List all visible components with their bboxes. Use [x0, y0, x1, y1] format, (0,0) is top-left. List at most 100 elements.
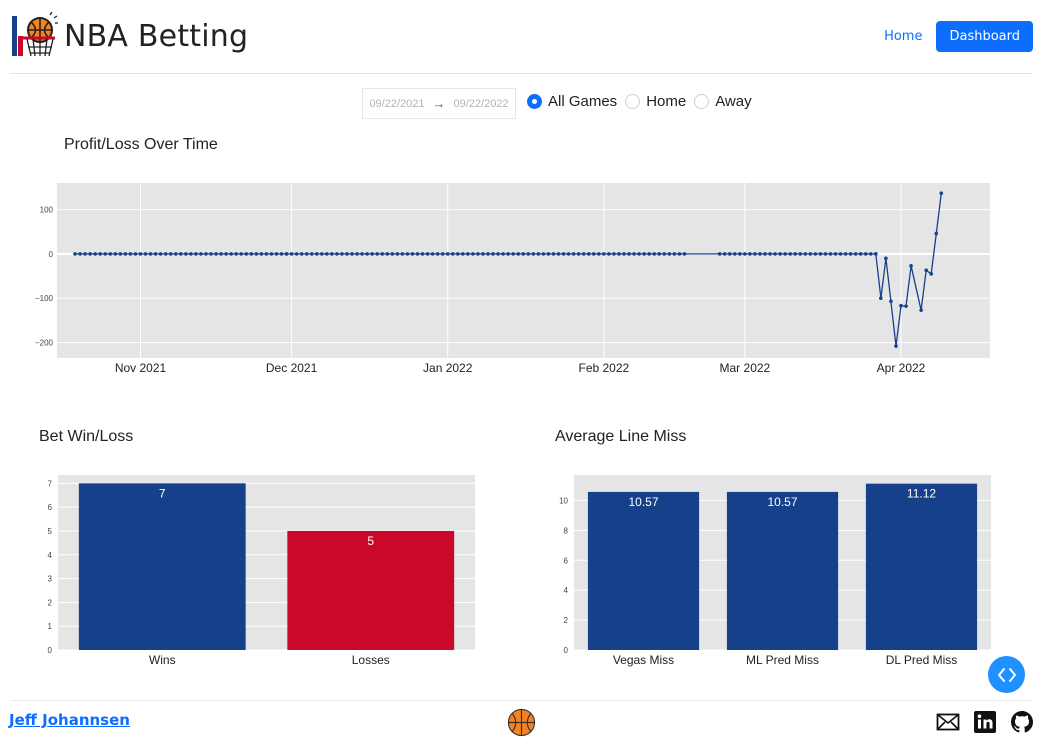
profit-point [571, 252, 576, 256]
linemiss-chart-title: Average Line Miss [555, 428, 687, 445]
profit-point [491, 252, 495, 256]
radio-label: All Games [548, 93, 618, 110]
linemiss-y-tick-label: 0 [564, 646, 569, 655]
code-toggle-button[interactable] [988, 656, 1025, 693]
date-range-picker[interactable]: 09/22/2021 → 09/22/2022 [362, 88, 516, 119]
profit-point [360, 252, 364, 256]
profit-point [73, 252, 77, 256]
profit-point [939, 191, 944, 195]
profit-point [798, 252, 803, 256]
profit-point [874, 252, 878, 256]
winloss-data-label: 5 [367, 534, 374, 548]
profit-point [617, 252, 621, 256]
profit-point [521, 252, 526, 256]
profit-point [743, 252, 747, 256]
profit-point [289, 252, 294, 256]
profit-point [138, 252, 143, 256]
profit-point [546, 252, 551, 256]
profit-point [204, 252, 208, 256]
profit-point [395, 252, 400, 256]
profit-point [224, 252, 228, 256]
linemiss-bar [865, 483, 978, 650]
radio-all-games[interactable]: All Games [527, 93, 617, 110]
basketball-icon[interactable] [507, 708, 536, 737]
social-links [923, 710, 1034, 734]
end-date-input[interactable]: 09/22/2022 [454, 98, 509, 110]
profit-point [788, 252, 792, 256]
profit-point [189, 252, 193, 256]
profit-point [823, 252, 828, 256]
profit-point [632, 252, 636, 256]
profit-point [506, 252, 510, 256]
winloss-y-tick-label: 2 [48, 598, 53, 607]
dashboard-button[interactable]: Dashboard [936, 21, 1033, 52]
profit-point [415, 252, 420, 256]
profit-point [330, 252, 334, 256]
profit-point [868, 252, 873, 256]
start-date-input[interactable]: 09/22/2021 [369, 98, 424, 110]
author-link[interactable]: Jeff Johannsen [9, 711, 130, 729]
profit-point [425, 252, 430, 256]
profit-point [284, 252, 289, 256]
profit-point [536, 252, 541, 256]
profit-point [768, 252, 772, 256]
profit-point [848, 252, 853, 256]
profit-point [83, 252, 87, 256]
linemiss-x-tick-label: ML Pred Miss [746, 653, 819, 667]
profit-point [143, 252, 148, 256]
linemiss-y-tick-label: 6 [564, 556, 569, 565]
radio-button[interactable] [694, 94, 710, 109]
profit-point [899, 303, 903, 308]
header: NBA Betting Home Dashboard [0, 0, 1044, 74]
profit-point [682, 252, 687, 256]
email-icon[interactable] [936, 710, 960, 734]
profit-point [753, 252, 757, 256]
winloss-x-tick-label: Wins [149, 653, 176, 667]
profit-point [793, 252, 798, 256]
linemiss-x-tick-label: Vegas Miss [613, 653, 674, 667]
profit-point [113, 252, 118, 256]
profit-point [813, 252, 818, 256]
profit-point [148, 252, 153, 256]
profit-point [450, 252, 455, 256]
profit-point [934, 231, 939, 236]
radio-home[interactable]: Home [625, 93, 686, 110]
profit-point [818, 252, 823, 256]
winloss-y-tick-label: 6 [48, 503, 53, 512]
profit-point [153, 252, 158, 256]
profit-point [355, 252, 359, 256]
linkedin-icon[interactable] [973, 710, 997, 734]
nav-home-link[interactable]: Home [884, 29, 922, 44]
profit-point [531, 252, 536, 256]
arrow-right-icon: → [432, 96, 446, 111]
profit-point [254, 252, 259, 256]
profit-point [773, 252, 777, 256]
profit-loss-chart: Nov 2021 Dec 2021 Jan 2022 Feb 2022 Mar 2022… [35, 183, 991, 667]
radio-button[interactable] [625, 94, 641, 109]
linemiss-data-label: 10.57 [767, 495, 797, 509]
radio-away[interactable]: Away [694, 93, 752, 110]
profit-point [607, 252, 611, 256]
profit-point [299, 252, 304, 256]
profit-point [103, 252, 108, 256]
profit-point [551, 252, 556, 256]
github-icon[interactable] [1010, 710, 1034, 734]
profit-point [481, 252, 485, 256]
profit-point [390, 252, 395, 256]
profit-point [858, 252, 863, 256]
x-tick-label: Dec 2021 [266, 361, 318, 375]
profit-point [581, 252, 586, 256]
profit-point [516, 252, 521, 256]
profit-point [350, 252, 354, 256]
footer-divider [10, 700, 1033, 701]
winloss-y-tick-label: 1 [48, 622, 53, 631]
profit-point [738, 252, 742, 256]
profit-point [184, 252, 188, 256]
profit-point [309, 252, 314, 256]
profit-point [627, 252, 631, 256]
profit-chart-title: Profit/Loss Over Time [64, 136, 218, 153]
header-divider [10, 73, 1033, 74]
winloss-y-tick-label: 7 [48, 479, 53, 488]
brand[interactable]: NBA Betting [10, 12, 248, 60]
radio-button-selected[interactable] [527, 94, 542, 109]
